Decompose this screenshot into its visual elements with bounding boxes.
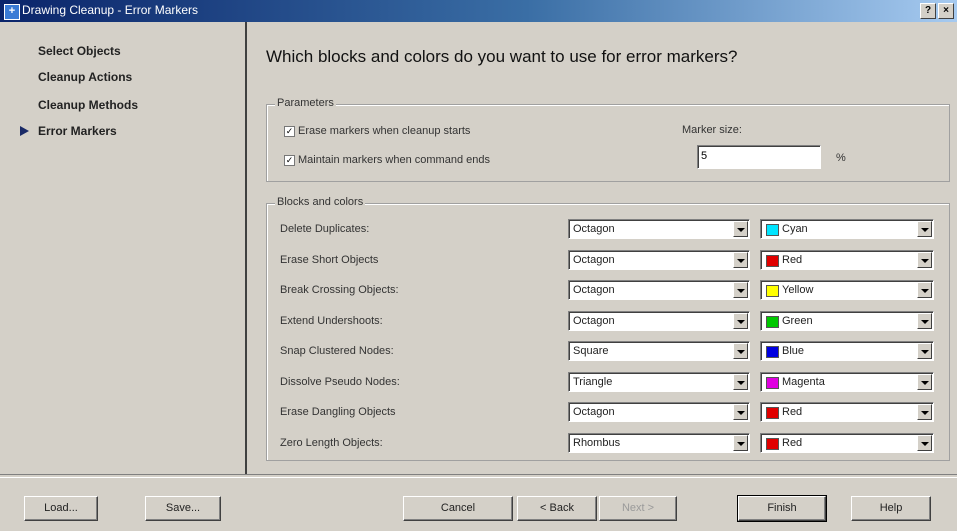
color-select[interactable]: Magenta <box>760 372 934 392</box>
block-select[interactable]: Octagon <box>568 402 750 422</box>
block-select-value: Octagon <box>573 315 615 327</box>
color-select[interactable]: Red <box>760 250 934 270</box>
dropdown-arrow-icon[interactable] <box>733 374 748 390</box>
marker-row-label: Break Crossing Objects: <box>280 284 399 296</box>
sidebar-item-cleanup-actions[interactable]: Cleanup Actions <box>38 70 132 84</box>
block-select[interactable]: Octagon <box>568 250 750 270</box>
finish-button[interactable]: Finish <box>737 495 827 522</box>
marker-row-label: Erase Dangling Objects <box>280 406 396 418</box>
help-button[interactable]: Help <box>851 496 931 521</box>
marker-row-label: Zero Length Objects: <box>280 437 383 449</box>
block-select-value: Octagon <box>573 223 615 235</box>
dropdown-arrow-icon[interactable] <box>733 404 748 420</box>
color-select-value: Magenta <box>782 376 825 388</box>
dropdown-arrow-icon[interactable] <box>917 343 932 359</box>
marker-row-label: Delete Duplicates: <box>280 223 370 235</box>
page-title: Which blocks and colors do you want to u… <box>266 47 738 66</box>
color-swatch <box>766 377 779 389</box>
block-select-value: Square <box>573 345 609 357</box>
color-select[interactable]: Green <box>760 311 934 331</box>
next-button[interactable]: Next > <box>599 496 677 521</box>
help-title-button[interactable]: ? <box>920 3 936 19</box>
marker-size-input[interactable]: 5 <box>697 145 821 169</box>
color-select[interactable]: Blue <box>760 341 934 361</box>
dropdown-arrow-icon[interactable] <box>917 221 932 237</box>
block-select-value: Octagon <box>573 406 615 418</box>
block-select-value: Rhombus <box>573 437 621 449</box>
color-select-value: Blue <box>782 345 805 357</box>
current-step-arrow-icon <box>20 126 29 136</box>
color-swatch <box>766 255 779 267</box>
window-title: Drawing Cleanup - Error Markers <box>22 3 199 17</box>
erase-markers-label: Erase markers when cleanup starts <box>298 125 471 137</box>
sidebar-item-cleanup-methods[interactable]: Cleanup Methods <box>38 98 138 112</box>
cancel-button[interactable]: Cancel <box>403 496 513 521</box>
dropdown-arrow-icon[interactable] <box>917 374 932 390</box>
erase-markers-checkbox[interactable]: ✓ <box>284 126 295 137</box>
color-select-value: Cyan <box>782 223 808 235</box>
block-select[interactable]: Rhombus <box>568 433 750 453</box>
color-select-value: Red <box>782 406 803 418</box>
block-select-value: Octagon <box>573 284 615 296</box>
back-button[interactable]: < Back <box>517 496 597 521</box>
wizard-steps-sidebar: Select Objects Cleanup Actions Cleanup M… <box>0 22 247 474</box>
color-select-value: Green <box>782 315 813 327</box>
block-select[interactable]: Octagon <box>568 311 750 331</box>
blocks-colors-legend: Blocks and colors <box>275 196 366 208</box>
dropdown-arrow-icon[interactable] <box>733 313 748 329</box>
maintain-markers-checkbox[interactable]: ✓ <box>284 155 295 166</box>
block-select-value: Octagon <box>573 254 615 266</box>
app-icon: + <box>4 4 20 20</box>
color-swatch <box>766 407 779 419</box>
color-select-value: Red <box>782 437 803 449</box>
parameters-legend: Parameters <box>275 97 336 109</box>
sidebar-item-select-objects[interactable]: Select Objects <box>38 44 121 58</box>
blocks-colors-group: Blocks and colors <box>266 196 950 461</box>
save-button[interactable]: Save... <box>145 496 221 521</box>
marker-row-label: Erase Short Objects <box>280 254 379 266</box>
marker-row-label: Snap Clustered Nodes: <box>280 345 394 357</box>
block-select[interactable]: Octagon <box>568 280 750 300</box>
dropdown-arrow-icon[interactable] <box>733 282 748 298</box>
color-select[interactable]: Yellow <box>760 280 934 300</box>
dropdown-arrow-icon[interactable] <box>733 221 748 237</box>
maintain-markers-label: Maintain markers when command ends <box>298 154 490 166</box>
marker-size-label: Marker size: <box>682 124 742 136</box>
block-select[interactable]: Square <box>568 341 750 361</box>
color-swatch <box>766 224 779 236</box>
dropdown-arrow-icon[interactable] <box>917 435 932 451</box>
color-select[interactable]: Red <box>760 433 934 453</box>
dropdown-arrow-icon[interactable] <box>917 313 932 329</box>
close-button[interactable]: × <box>938 3 954 19</box>
dropdown-arrow-icon[interactable] <box>733 343 748 359</box>
color-select[interactable]: Red <box>760 402 934 422</box>
marker-row-label: Dissolve Pseudo Nodes: <box>280 376 400 388</box>
block-select-value: Triangle <box>573 376 613 388</box>
block-select[interactable]: Octagon <box>568 219 750 239</box>
color-swatch <box>766 285 779 297</box>
dropdown-arrow-icon[interactable] <box>733 252 748 268</box>
dropdown-arrow-icon[interactable] <box>917 252 932 268</box>
sidebar-item-error-markers[interactable]: Error Markers <box>38 124 117 138</box>
color-swatch <box>766 316 779 328</box>
marker-size-unit: % <box>836 152 846 164</box>
color-select[interactable]: Cyan <box>760 219 934 239</box>
footer-separator <box>0 474 957 478</box>
color-swatch <box>766 438 779 450</box>
dropdown-arrow-icon[interactable] <box>917 404 932 420</box>
color-select-value: Red <box>782 254 803 266</box>
dropdown-arrow-icon[interactable] <box>733 435 748 451</box>
load-button[interactable]: Load... <box>24 496 98 521</box>
color-swatch <box>766 346 779 358</box>
color-select-value: Yellow <box>782 284 814 296</box>
block-select[interactable]: Triangle <box>568 372 750 392</box>
marker-row-label: Extend Undershoots: <box>280 315 383 327</box>
title-bar: + Drawing Cleanup - Error Markers ? × <box>0 0 957 22</box>
dropdown-arrow-icon[interactable] <box>917 282 932 298</box>
parameters-group: Parameters <box>266 97 950 182</box>
